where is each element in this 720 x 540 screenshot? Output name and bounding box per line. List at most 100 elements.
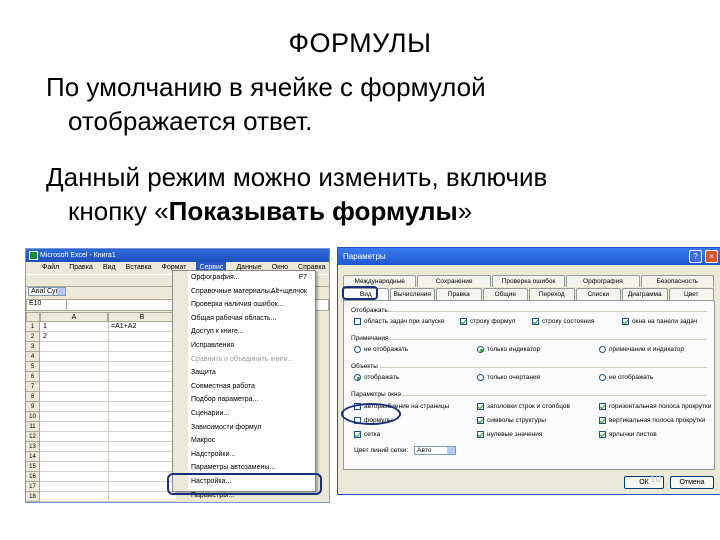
checkbox-checked-icon (460, 318, 467, 325)
tab-tabs_row2-6[interactable]: Диаграмма (622, 288, 668, 300)
close-button[interactable]: × (705, 250, 718, 263)
select-all-corner[interactable] (26, 312, 40, 322)
option-formula-bar[interactable]: строку формул (460, 318, 515, 326)
row-header[interactable]: 10 (26, 412, 40, 422)
row-header[interactable]: 14 (26, 452, 40, 462)
row-header[interactable]: 18 (26, 492, 40, 502)
row-header[interactable]: 3 (26, 342, 40, 352)
grid-color-row: Цвет линий сетки: Авто (354, 446, 457, 455)
tab-tabs_row2-3[interactable]: Общие (482, 288, 528, 300)
excel-menu-item[interactable]: Правка (69, 262, 93, 274)
worksheet-grid[interactable]: A B 1 2 =A1+A2 1 2 3 4 5 6 7 8 9 10 11 12 13 14 15 16 17… (26, 312, 176, 502)
tab-tabs_row2-1[interactable]: Вычисления (389, 288, 435, 300)
row-header[interactable]: 7 (26, 382, 40, 392)
paragraph-default-mode: По умолчанию в ячейке с формулой отображ… (46, 70, 696, 138)
excel-menu-item[interactable]: Вставка (126, 262, 152, 274)
option-label: примечание и индикатор (609, 346, 684, 354)
objects-show-radio[interactable]: отображать (354, 374, 399, 382)
row-header[interactable]: 16 (26, 472, 40, 482)
row-header[interactable]: 9 (26, 402, 40, 412)
tab-tabs_row2-7[interactable]: Цвет (668, 288, 714, 300)
service-menu-item[interactable]: Исправления (173, 339, 315, 353)
excel-menu-item[interactable]: Вид (103, 262, 116, 274)
grid-row-line (40, 451, 176, 452)
option-label: горизонтальная полоса прокрутки (609, 403, 712, 411)
option-status-bar[interactable]: строку состояния (532, 318, 594, 326)
radio-selected-icon (477, 346, 484, 353)
options-dialog-title-bar: Параметры ? × (338, 248, 720, 265)
notes-both-radio[interactable]: примечание и индикатор (599, 346, 684, 354)
tab-tabs_row2-5[interactable]: Списки (575, 288, 621, 300)
service-menu-item[interactable]: Надстройки... (173, 448, 315, 462)
service-menu-item[interactable]: Совместная работа (173, 380, 315, 394)
font-name-select[interactable]: Arial Cyr (28, 287, 66, 296)
service-menu-item[interactable]: Защита (173, 366, 315, 380)
paragraph-2-prefix: кнопку « (68, 196, 169, 226)
tab-tabs_row2-4[interactable]: Переход (529, 288, 575, 300)
service-menu-item[interactable]: Справочные материалы... Alt+щелчок (173, 285, 315, 299)
service-menu: Орфография... F7 Справочные материалы... Al… (172, 270, 316, 499)
tab-tabs_row1-4[interactable]: Безопасность (640, 275, 715, 287)
tab-tabs_row2-2[interactable]: Правка (436, 288, 482, 300)
row-header[interactable]: 17 (26, 482, 40, 492)
service-menu-item[interactable]: Проверка наличия ошибок... (173, 298, 315, 312)
row-header[interactable]: 5 (26, 362, 40, 372)
row-header[interactable]: 19 (26, 502, 40, 503)
paragraph-2-suffix: » (457, 196, 473, 226)
menu-item-label: Надстройки... (191, 450, 236, 458)
grid-color-select[interactable]: Авто (414, 446, 457, 455)
grid-row-line (40, 481, 176, 482)
row-header[interactable]: 13 (26, 442, 40, 452)
option-v-scrollbar[interactable]: вертикальная полоса прокрутки (599, 417, 705, 425)
grid-row-line (40, 471, 176, 472)
option-taskbar-windows[interactable]: окна на панели задач (622, 318, 697, 326)
excel-title-bar: Microsoft Excel - Книга1 (26, 249, 329, 262)
objects-hide-radio[interactable]: не отображать (599, 374, 653, 382)
menu-item-label: Сценарии... (191, 409, 230, 417)
row-header[interactable]: 1 (26, 322, 40, 332)
row-header[interactable]: 4 (26, 352, 40, 362)
grid-row-line (40, 361, 176, 362)
grid-row-line (40, 331, 176, 332)
service-menu-item[interactable]: Сравнить и объединить книги... (173, 353, 315, 367)
column-header-b[interactable]: B (108, 312, 176, 322)
service-menu-item[interactable]: Орфография... F7 (173, 271, 315, 285)
option-h-scrollbar[interactable]: горизонтальная полоса прокрутки (599, 403, 711, 411)
service-menu-item[interactable]: Зависимости формул (173, 421, 315, 435)
option-row-col-headers[interactable]: заголовки строк и столбцов (477, 403, 570, 411)
option-label: сетка (364, 431, 381, 439)
paragraph-1-line-2: отображается ответ. (68, 106, 313, 136)
row-header[interactable]: 8 (26, 392, 40, 402)
checkbox-checked-icon (599, 417, 606, 424)
notes-indicator-radio[interactable]: только индикатор (477, 346, 540, 354)
option-outline-symbols[interactable]: символы структуры (477, 417, 546, 425)
service-menu-item[interactable]: Сценарии... (173, 407, 315, 421)
option-label: строку состояния (542, 318, 595, 326)
row-header[interactable]: 15 (26, 462, 40, 472)
row-header[interactable]: 11 (26, 422, 40, 432)
option-gridlines[interactable]: сетка (354, 431, 380, 439)
row-header[interactable]: 6 (26, 372, 40, 382)
service-menu-item[interactable]: Общая рабочая область... (173, 312, 315, 326)
option-zero-values[interactable]: нулевые значения (477, 431, 542, 439)
objects-outline-radio[interactable]: только очертания (477, 374, 540, 382)
name-box[interactable]: E10 (27, 300, 67, 310)
notes-none-radio[interactable]: не отображать (354, 346, 408, 354)
service-menu-item[interactable]: Макрос (173, 434, 315, 448)
show-formulas-phrase: Показывать формулы (168, 196, 458, 226)
tab-tabs_row1-3[interactable]: Орфография (566, 275, 640, 287)
column-header-a[interactable]: A (40, 312, 108, 322)
menu-item-label: Зависимости формул (191, 423, 262, 431)
row-header[interactable]: 2 (26, 332, 40, 342)
service-menu-item[interactable]: Доступ к книге... (173, 325, 315, 339)
cancel-button[interactable]: Отмена (670, 476, 714, 489)
excel-menu-item[interactable]: Файл (42, 262, 59, 274)
help-button[interactable]: ? (689, 250, 702, 263)
row-header[interactable]: 12 (26, 432, 40, 442)
checkbox-checked-icon (477, 431, 484, 438)
tab-tabs_row1-2[interactable]: Проверка ошибок (491, 275, 566, 287)
service-menu-item[interactable]: Подбор параметра... (173, 393, 315, 407)
tab-tabs_row1-1[interactable]: Сохранение (417, 275, 491, 287)
option-task-pane[interactable]: область задач при запуске (354, 318, 445, 326)
option-sheet-tabs[interactable]: ярлычки листов (599, 431, 657, 439)
